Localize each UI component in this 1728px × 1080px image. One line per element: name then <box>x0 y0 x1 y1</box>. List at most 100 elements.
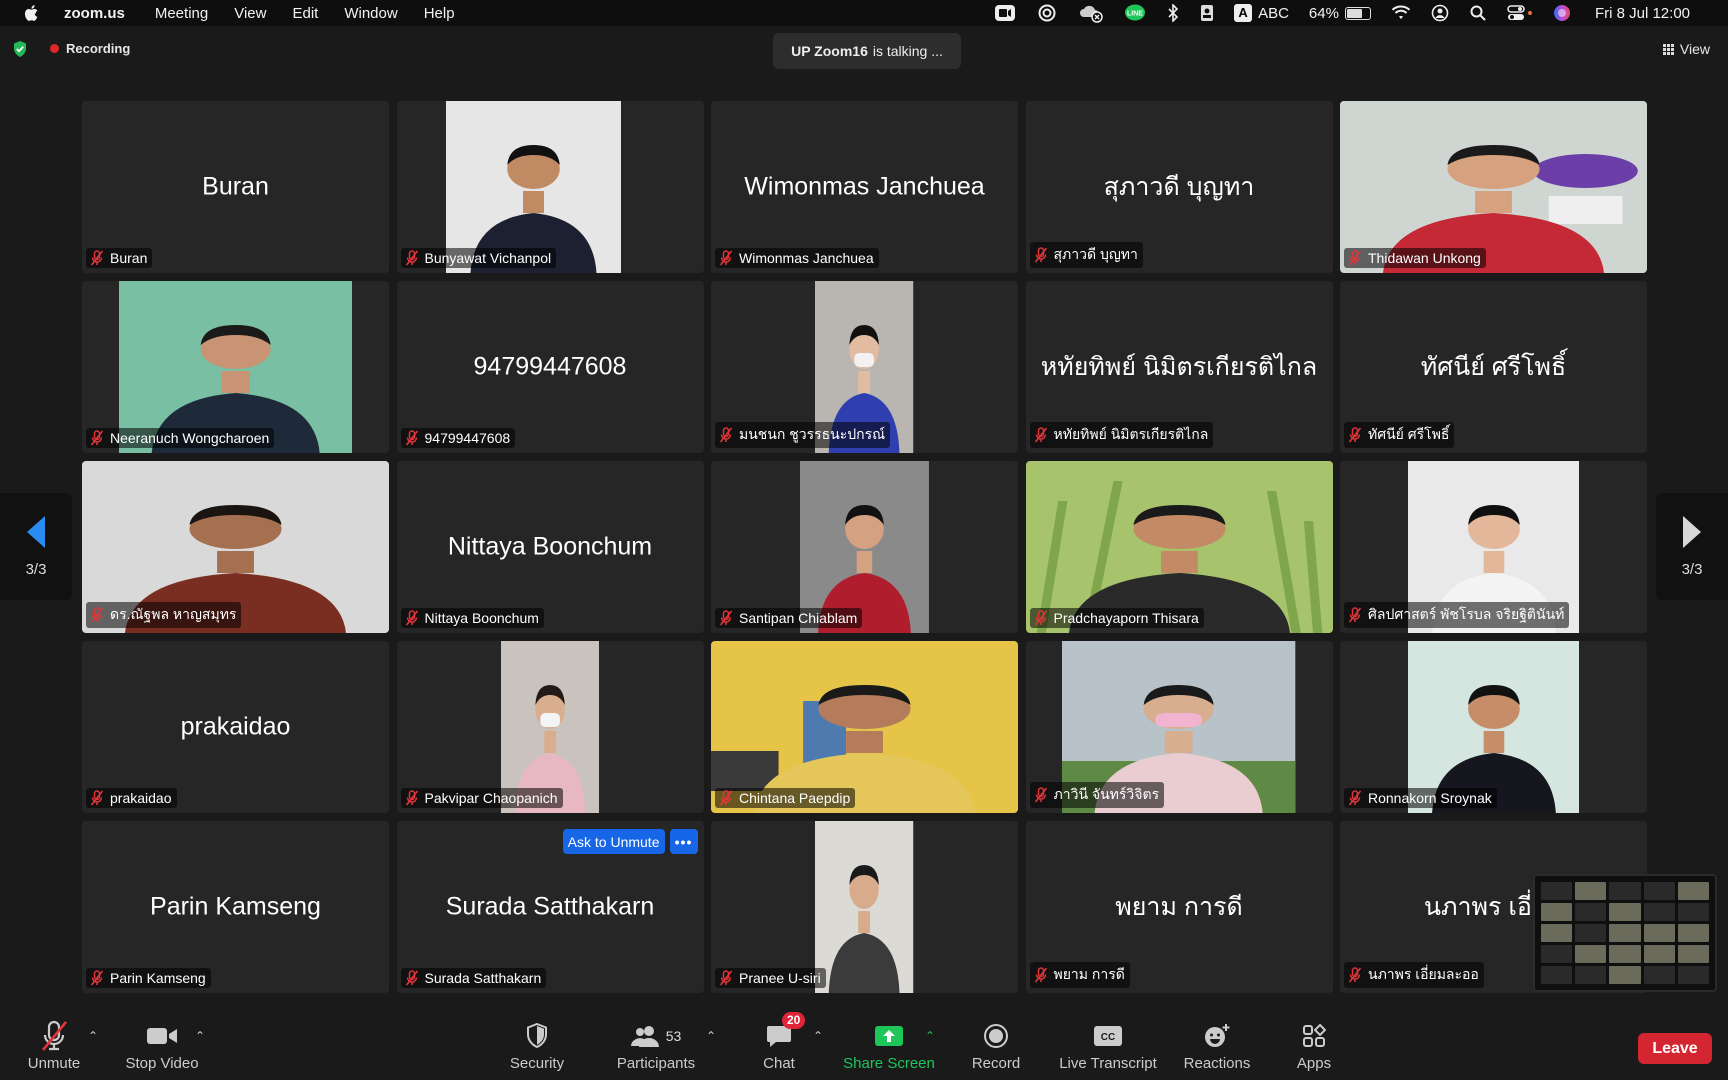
control-center-icon[interactable] <box>1507 4 1533 22</box>
participant-tile[interactable]: Pakvipar Chaopanich <box>396 641 704 813</box>
menu-window[interactable]: Window <box>344 5 397 22</box>
self-view-thumbnail[interactable] <box>1533 874 1717 992</box>
muted-mic-icon <box>719 610 739 626</box>
record-label: Record <box>971 1055 1021 1072</box>
participant-name-label: Ronnakorn Sroynak <box>1344 788 1497 808</box>
muted-mic-icon <box>90 970 110 986</box>
chat-options-caret-icon[interactable]: ⌃ <box>813 1029 823 1043</box>
participant-tile[interactable]: Parin Kamseng Parin Kamseng <box>82 821 389 993</box>
participant-tile[interactable]: prakaidao prakaidao <box>82 641 389 813</box>
stop-video-button[interactable]: Stop Video <box>118 1016 206 1080</box>
participant-tile[interactable]: Chintana Paepdip <box>711 641 1018 813</box>
security-button[interactable]: Security <box>502 1016 572 1080</box>
reactions-button[interactable]: Reactions <box>1182 1016 1252 1080</box>
muted-mic-icon <box>1348 427 1368 443</box>
participant-tile[interactable]: หทัยทิพย์ นิมิตรเกียรติไกล หทัยทิพย์ นิมิ… <box>1025 281 1333 453</box>
participant-tile[interactable]: ดร.ณัฐพล หาญสมุทร <box>82 461 389 633</box>
ask-to-unmute-button[interactable]: Ask to Unmute <box>562 829 665 854</box>
view-button[interactable]: View <box>1662 41 1710 57</box>
participant-display-name: สุภาวดี บุญทา <box>1103 173 1255 201</box>
thumbnail-cell <box>1609 945 1641 963</box>
chat-button[interactable]: 20 Chat <box>752 1012 806 1080</box>
participant-name: ทัศนีย์ ศรีโพธิ์ <box>1368 426 1450 442</box>
menu-view[interactable]: View <box>234 5 266 22</box>
participants-button[interactable]: 53 Participants <box>613 1016 699 1080</box>
line-app-icon[interactable]: LINE <box>1124 4 1146 22</box>
participant-tile[interactable]: Thidawan Unkong <box>1340 101 1647 273</box>
participant-tile[interactable]: Ronnakorn Sroynak <box>1340 641 1647 813</box>
security-label: Security <box>509 1055 565 1072</box>
participant-name-label: Nittaya Boonchum <box>400 608 544 628</box>
participant-name: สุภาวดี บุญทา <box>1053 246 1138 262</box>
thumbnail-cell <box>1541 945 1573 963</box>
participant-tile[interactable]: Nittaya Boonchum Nittaya Boonchum <box>396 461 704 633</box>
participant-tile[interactable]: Buran Buran <box>82 101 389 273</box>
stop-video-label: Stop Video <box>125 1055 199 1072</box>
participant-tile[interactable]: Santipan Chiablam <box>711 461 1018 633</box>
video-options-caret-icon[interactable]: ⌃ <box>195 1029 205 1043</box>
apple-icon[interactable] <box>22 3 42 23</box>
muted-mic-icon <box>1348 250 1368 266</box>
participant-tile[interactable]: ทัศนีย์ ศรีโพธิ์ ทัศนีย์ ศรีโพธิ์ <box>1340 281 1647 453</box>
siri-icon[interactable] <box>1553 4 1571 22</box>
menu-meeting[interactable]: Meeting <box>155 5 208 22</box>
contact-card-icon[interactable] <box>1200 4 1214 22</box>
participant-name-label: สุภาวดี บุญทา <box>1029 242 1143 268</box>
muted-mic-icon <box>405 610 425 626</box>
wifi-icon[interactable] <box>1391 5 1411 21</box>
participants-icon: 53 <box>630 1019 681 1053</box>
participant-tile[interactable]: ภาวินี จันทร์วิจิตร <box>1025 641 1333 813</box>
participant-name-label: Parin Kamseng <box>86 968 211 988</box>
participant-tile[interactable]: Pranee U-siri <box>711 821 1018 993</box>
share-options-caret-icon[interactable]: ⌃ <box>925 1029 935 1043</box>
menu-clock[interactable]: Fri 8 Jul 12:00 <box>1595 5 1690 22</box>
cloud-sync-icon[interactable] <box>1078 3 1104 23</box>
participant-tile[interactable]: สุภาวดี บุญทา สุภาวดี บุญทา <box>1025 101 1333 273</box>
participant-tile[interactable]: มนชนก ชูวรรธนะปกรณ์ <box>711 281 1018 453</box>
menu-app-name[interactable]: zoom.us <box>64 5 125 22</box>
apps-button[interactable]: Apps <box>1294 1016 1334 1080</box>
audio-options-caret-icon[interactable]: ⌃ <box>88 1029 98 1043</box>
previous-page-button[interactable]: 3/3 <box>0 493 72 600</box>
bluetooth-icon[interactable] <box>1166 4 1180 22</box>
unmute-button[interactable]: Unmute <box>22 1016 86 1080</box>
encryption-shield-icon[interactable] <box>12 40 28 58</box>
participant-tile[interactable]: พยาม การดี พยาม การดี <box>1025 821 1333 993</box>
participant-tile[interactable]: Bunyawat Vichanpol <box>396 101 704 273</box>
participant-name-label: ทัศนีย์ ศรีโพธิ์ <box>1344 422 1455 448</box>
input-source[interactable]: A ABC <box>1234 4 1289 22</box>
participant-tile[interactable]: Wimonmas Janchuea Wimonmas Janchuea <box>711 101 1018 273</box>
creative-cloud-icon[interactable] <box>1036 4 1058 22</box>
spotlight-search-icon[interactable] <box>1469 4 1487 22</box>
share-screen-button[interactable]: Share Screen <box>840 1016 938 1080</box>
participant-name-label: Surada Satthakarn <box>400 968 547 988</box>
zoom-tray-icon[interactable] <box>994 4 1016 22</box>
participant-tile[interactable]: ศิลปศาสตร์ พัชโรบล จริยฐิตินันท์ <box>1340 461 1647 633</box>
leave-button[interactable]: Leave <box>1638 1033 1712 1064</box>
recording-dot-icon <box>50 44 59 53</box>
participant-name-label: Bunyawat Vichanpol <box>400 248 557 268</box>
battery-status[interactable]: 64% <box>1309 5 1371 22</box>
more-options-ellipsis-icon[interactable]: ••• <box>669 829 698 854</box>
menu-edit[interactable]: Edit <box>292 5 318 22</box>
participant-tile[interactable]: Pradchayaporn Thisara <box>1025 461 1333 633</box>
participants-options-caret-icon[interactable]: ⌃ <box>706 1029 716 1043</box>
participant-tile[interactable]: Surada Satthakarn Ask to Unmute ••• Surada … <box>396 821 704 993</box>
recording-indicator[interactable]: Recording <box>50 41 130 56</box>
participant-tile[interactable]: 94799447608 94799447608 <box>396 281 704 453</box>
active-speaker-suffix: is talking ... <box>872 43 943 59</box>
thumbnail-cell <box>1643 945 1675 963</box>
menu-help[interactable]: Help <box>424 5 455 22</box>
view-label: View <box>1679 41 1710 57</box>
thumbnail-cell <box>1541 903 1573 921</box>
live-transcript-button[interactable]: CC Live Transcript <box>1056 1016 1160 1080</box>
participant-tile[interactable]: Neeranuch Wongcharoen <box>82 281 389 453</box>
muted-mic-icon <box>405 250 425 266</box>
participant-name-label: มนชนก ชูวรรธนะปกรณ์ <box>715 422 891 448</box>
user-account-icon[interactable] <box>1431 4 1449 22</box>
record-button[interactable]: Record <box>965 1016 1027 1080</box>
participant-name-label: 94799447608 <box>400 428 516 448</box>
video-camera-icon <box>146 1019 178 1053</box>
next-page-button[interactable]: 3/3 <box>1656 493 1728 600</box>
participant-name: Pradchayaporn Thisara <box>1053 610 1199 626</box>
